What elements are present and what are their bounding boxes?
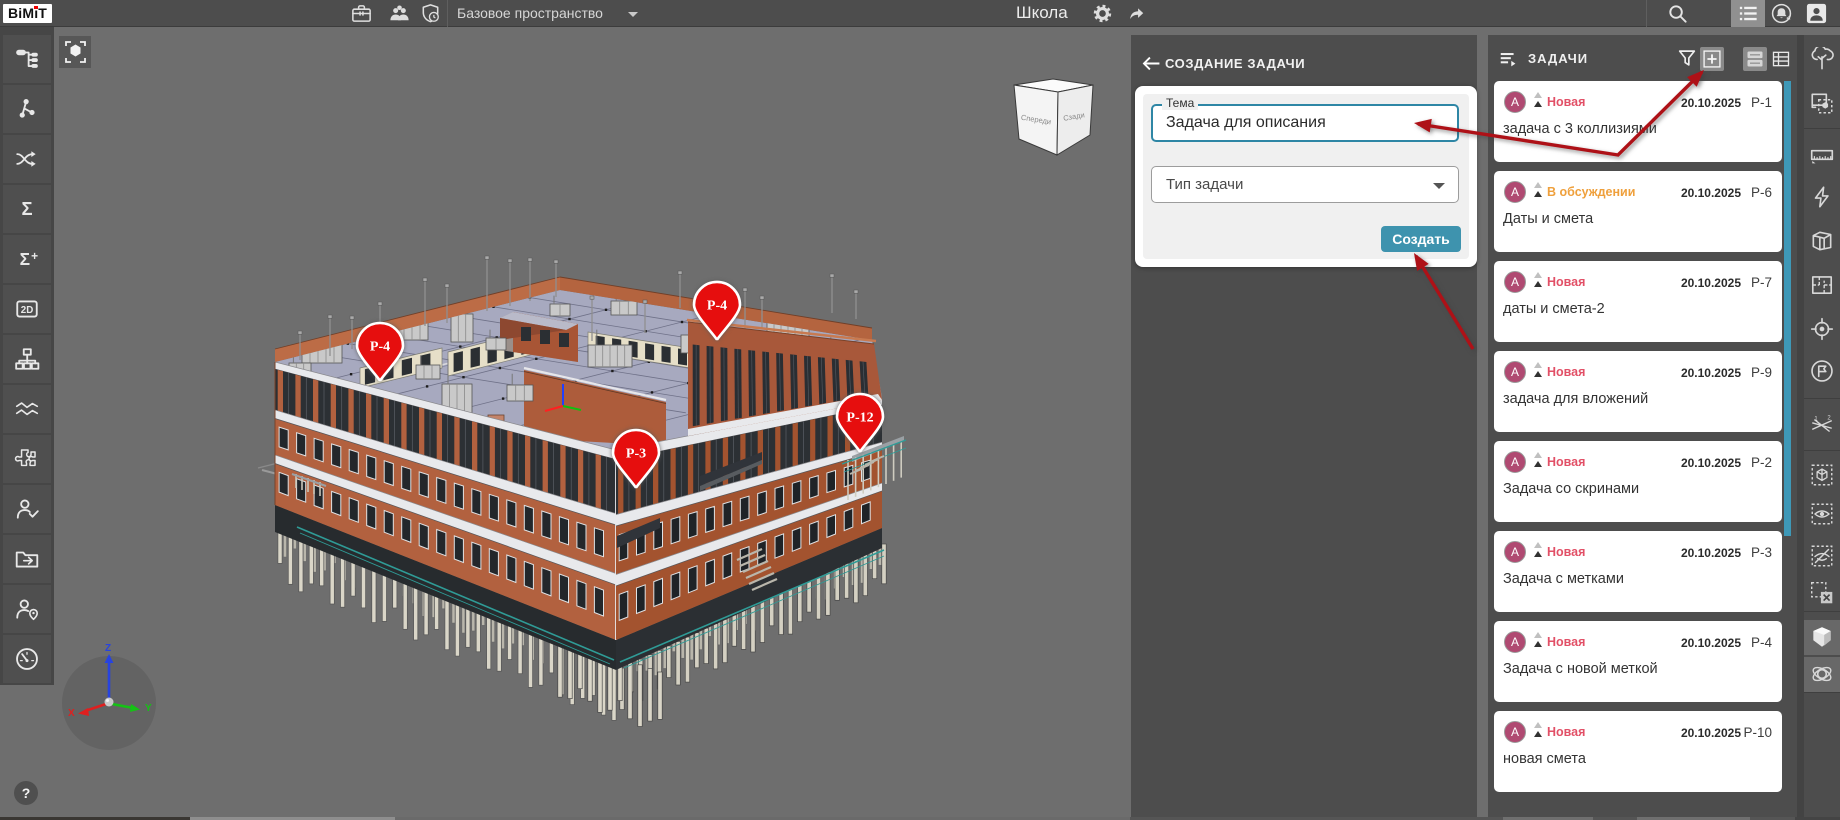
svg-text:P-12: P-12 xyxy=(846,411,873,426)
svg-text:Z: Z xyxy=(105,643,111,654)
svg-text:Y: Y xyxy=(145,703,152,714)
svg-text:Σ: Σ xyxy=(21,198,32,219)
svg-text:2: 2 xyxy=(1827,416,1830,422)
svg-text:X: X xyxy=(68,708,75,719)
svg-text:P-3: P-3 xyxy=(626,447,646,462)
svg-text:P-4: P-4 xyxy=(707,299,727,314)
svg-text:+: + xyxy=(31,249,38,263)
svg-text:2D: 2D xyxy=(21,305,33,316)
svg-text:P-4: P-4 xyxy=(370,340,390,355)
svg-text:Σ: Σ xyxy=(20,249,30,269)
